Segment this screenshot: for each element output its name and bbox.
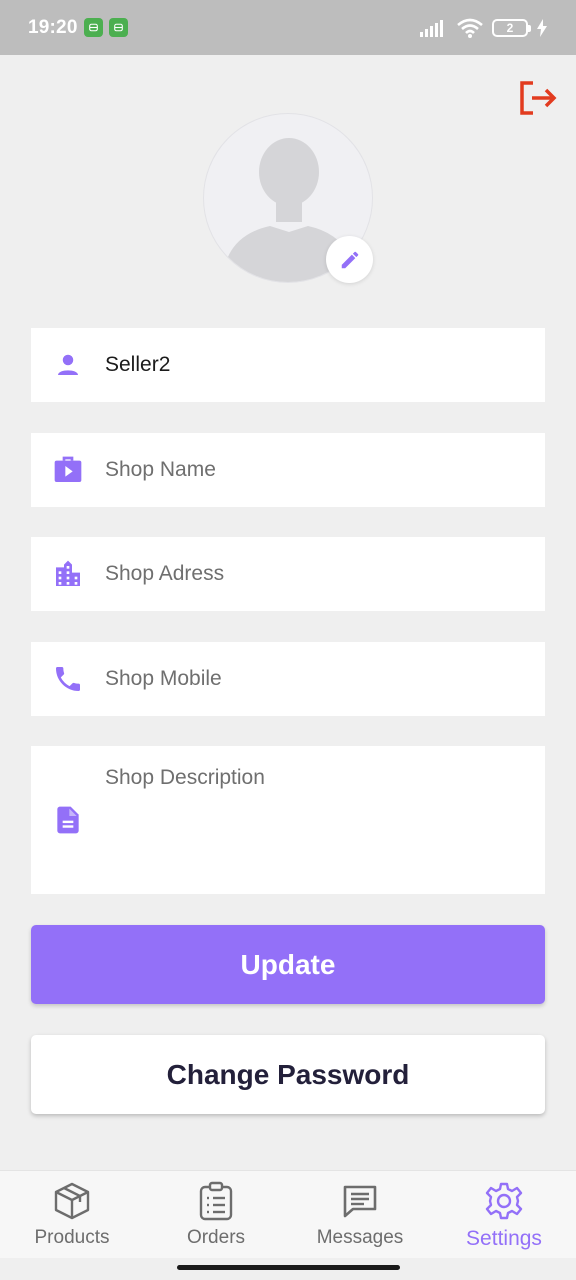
description-document-icon [57, 806, 79, 834]
charging-icon [537, 18, 547, 37]
home-indicator[interactable] [177, 1265, 400, 1270]
shop-mobile-field [31, 642, 545, 716]
phone-icon [56, 667, 80, 691]
bottom-navigation: Products Orders Messages Settings [0, 1170, 576, 1258]
name-field [31, 328, 545, 402]
nav-orders[interactable]: Orders [144, 1171, 288, 1258]
status-bar: 19:20 2 [0, 0, 576, 55]
shop-address-input[interactable] [105, 562, 545, 586]
pencil-icon [341, 251, 358, 268]
profile-avatar-container [203, 113, 373, 283]
status-time: 19:20 [28, 16, 78, 38]
shop-description-input[interactable] [105, 746, 545, 894]
signal-icon [420, 19, 443, 37]
android-notification-icon [83, 18, 103, 37]
clipboard-list-icon [199, 1181, 233, 1221]
change-password-button[interactable]: Change Password [31, 1035, 545, 1114]
battery-icon: 2 [492, 18, 531, 37]
nav-messages-label: Messages [316, 1227, 404, 1248]
edit-avatar-button[interactable] [326, 236, 373, 283]
shop-address-field [31, 537, 545, 611]
person-icon [58, 354, 78, 375]
gear-icon [485, 1182, 523, 1220]
shop-store-icon [54, 456, 82, 482]
message-bubble-icon [343, 1185, 377, 1218]
nav-products[interactable]: Products [0, 1171, 144, 1258]
nav-products-label: Products [34, 1227, 110, 1248]
shop-name-field [31, 433, 545, 507]
location-city-icon [56, 560, 80, 586]
nav-messages[interactable]: Messages [288, 1171, 432, 1258]
nav-settings[interactable]: Settings [432, 1171, 576, 1258]
wifi-icon [457, 18, 483, 38]
package-box-icon [54, 1182, 90, 1220]
seller-name-input[interactable] [105, 353, 545, 377]
android-notification-icon [108, 18, 128, 37]
logout-icon [520, 81, 557, 115]
shop-name-input[interactable] [105, 458, 545, 482]
shop-mobile-input[interactable] [105, 667, 545, 691]
nav-settings-label: Settings [466, 1227, 542, 1250]
logout-button[interactable] [516, 78, 560, 118]
update-button[interactable]: Update [31, 925, 545, 1004]
nav-orders-label: Orders [186, 1227, 246, 1248]
shop-description-field [31, 746, 545, 894]
